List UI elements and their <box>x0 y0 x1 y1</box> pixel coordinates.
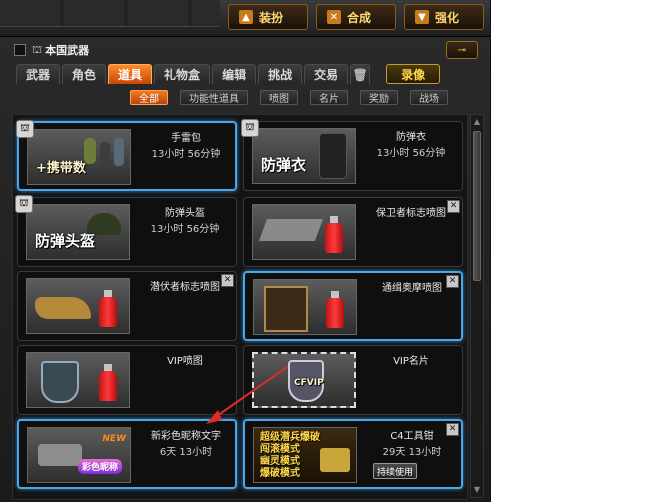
filter-functional[interactable]: 功能性道具 <box>180 90 248 105</box>
item-card-defender-spray[interactable]: ✕ 保卫者标志喷图 <box>243 197 463 267</box>
item-thumbnail: 防弹衣 <box>252 128 356 184</box>
item-name: 保卫者标志喷图 <box>376 208 446 219</box>
item-thumbnail: NEW 彩色昵称 <box>27 427 131 483</box>
inventory-header: ⛫ 本国武器 ⊸ <box>14 40 482 60</box>
item-time: 13小时 56分钟 <box>150 224 220 235</box>
scroll-down-icon[interactable]: ▼ <box>473 485 481 495</box>
item-thumbnail: CFVIP <box>252 352 356 408</box>
filter-cards[interactable]: 名片 <box>310 90 348 105</box>
dress-icon: ▲ <box>239 10 253 24</box>
scrollbar[interactable]: ▲ ▼ <box>470 114 484 498</box>
item-thumbnail <box>26 278 130 334</box>
item-thumbnail: 防弹头盔 <box>26 204 130 260</box>
filter-all[interactable]: 全部 <box>130 90 168 105</box>
filter-battlefield[interactable]: 战场 <box>410 90 448 105</box>
lock-icon: ⛫ <box>16 120 34 138</box>
item-thumbnail <box>252 204 356 260</box>
item-thumbnail: +携带数 <box>27 129 131 185</box>
item-filter-tabs: 全部 功能性道具 喷图 名片 奖励 战场 <box>130 90 486 106</box>
item-card-helmet[interactable]: 防弹头盔 ⛫ 防弹头盔 13小时 56分钟 <box>15 195 237 267</box>
item-time: 29天 13小时 <box>382 447 442 458</box>
item-thumbnail <box>253 279 357 335</box>
tab-weapons[interactable]: 武器 <box>16 64 61 84</box>
game-window: ▲ 装扮 ✕ 合成 ▼ 强化 ⛫ 本国武器 ⊸ 武器 角色 道具 礼物盒 编辑 … <box>0 0 491 502</box>
continue-use-button[interactable]: 持续使用 <box>373 463 417 479</box>
filter-rewards[interactable]: 奖励 <box>360 90 398 105</box>
scroll-up-icon[interactable]: ▲ <box>473 117 481 127</box>
spray-can-icon <box>99 290 117 327</box>
scroll-thumb[interactable] <box>473 131 481 281</box>
spray-can-icon <box>325 216 343 253</box>
item-name: 手雷包 <box>171 133 201 144</box>
synthesize-label: 合成 <box>347 10 372 25</box>
item-name: 防弹衣 <box>396 132 426 143</box>
category-tabs: 武器 角色 道具 礼物盒 编辑 挑战 交易 🗑 录像 <box>16 64 486 86</box>
header-checkbox[interactable] <box>14 44 26 56</box>
dress-up-label: 装扮 <box>259 10 284 25</box>
item-time: 13小时 56分钟 <box>151 149 221 160</box>
item-name: VIP名片 <box>393 356 429 367</box>
item-time: 13小时 56分钟 <box>376 148 446 159</box>
item-name: 防弹头盔 <box>165 208 205 219</box>
upgrade-icon: ▼ <box>415 10 429 24</box>
top-bar: ▲ 装扮 ✕ 合成 ▼ 强化 <box>0 0 490 37</box>
item-name: VIP喷图 <box>167 356 203 367</box>
new-badge: NEW <box>102 434 126 444</box>
synthesize-button[interactable]: ✕ 合成 <box>316 4 396 30</box>
item-name: 通缉奥摩喷图 <box>382 283 442 294</box>
tab-items[interactable]: 道具 <box>108 64 153 84</box>
item-card-color-nickname[interactable]: NEW 彩色昵称 新彩色昵称文字 6天 13小时 <box>17 419 237 489</box>
thumb-text: 防弹衣 <box>261 156 307 174</box>
item-name: 潜伏者标志喷图 <box>150 282 220 293</box>
item-name: 新彩色昵称文字 <box>151 431 221 442</box>
lock-icon: ⛫ <box>241 119 259 137</box>
item-list: +携带数 ⛫ 手雷包 13小时 56分钟 防弹衣 ⛫ 防弹衣 13小时 56分钟… <box>12 114 468 500</box>
lock-icon: ⛫ <box>15 195 33 213</box>
spray-can-icon <box>99 364 117 401</box>
thumb-text: 彩色昵称 <box>77 459 122 474</box>
upgrade-button[interactable]: ▼ 强化 <box>404 4 484 30</box>
item-card-lurker-spray[interactable]: ✕ 潜伏者标志喷图 <box>17 271 237 341</box>
upgrade-label: 强化 <box>435 10 460 25</box>
item-card-vip-spray[interactable]: VIP喷图 <box>17 345 237 415</box>
tab-trade[interactable]: 交易 <box>304 64 349 84</box>
thumb-text: 超级潜兵爆破 闯滚模式 幽灵模式 爆破模式 <box>260 432 320 479</box>
top-decoration <box>0 0 220 27</box>
item-time: 6天 13小时 <box>159 447 213 458</box>
item-thumbnail <box>26 352 130 408</box>
thumb-text: CFVIP <box>294 378 324 388</box>
thumb-text: +携带数 <box>36 161 86 176</box>
tab-recording[interactable]: 录像 <box>386 64 441 84</box>
key-button[interactable]: ⊸ <box>446 41 478 59</box>
spray-can-icon <box>326 291 344 328</box>
page-title: 本国武器 <box>45 44 90 57</box>
hammer-icon: ✕ <box>327 10 341 24</box>
item-card-c4-pliers[interactable]: 超级潜兵爆破 闯滚模式 幽灵模式 爆破模式 ✕ C4工具钳 29天 13小时 持… <box>243 419 463 489</box>
item-card-vip-namecard[interactable]: CFVIP VIP名片 <box>243 345 463 415</box>
filter-sprays[interactable]: 喷图 <box>260 90 298 105</box>
tab-gift-box[interactable]: 礼物盒 <box>154 64 211 84</box>
item-card-body-armor[interactable]: 防弹衣 ⛫ 防弹衣 13小时 56分钟 <box>241 119 463 191</box>
item-thumbnail: 超级潜兵爆破 闯滚模式 幽灵模式 爆破模式 <box>253 427 357 483</box>
tab-edit[interactable]: 编辑 <box>212 64 257 84</box>
thumb-text: 防弹头盔 <box>35 232 96 250</box>
item-card-wanted-spray[interactable]: ✕ 通缉奥摩喷图 <box>243 271 463 341</box>
dress-up-button[interactable]: ▲ 装扮 <box>228 4 308 30</box>
tab-challenge[interactable]: 挑战 <box>258 64 303 84</box>
bag-icon: ⛫ <box>32 42 43 56</box>
item-name: C4工具钳 <box>390 431 434 442</box>
tab-characters[interactable]: 角色 <box>62 64 107 84</box>
item-card-grenade-pack[interactable]: +携带数 ⛫ 手雷包 13小时 56分钟 <box>16 120 237 191</box>
trash-icon[interactable]: 🗑 <box>350 64 371 84</box>
